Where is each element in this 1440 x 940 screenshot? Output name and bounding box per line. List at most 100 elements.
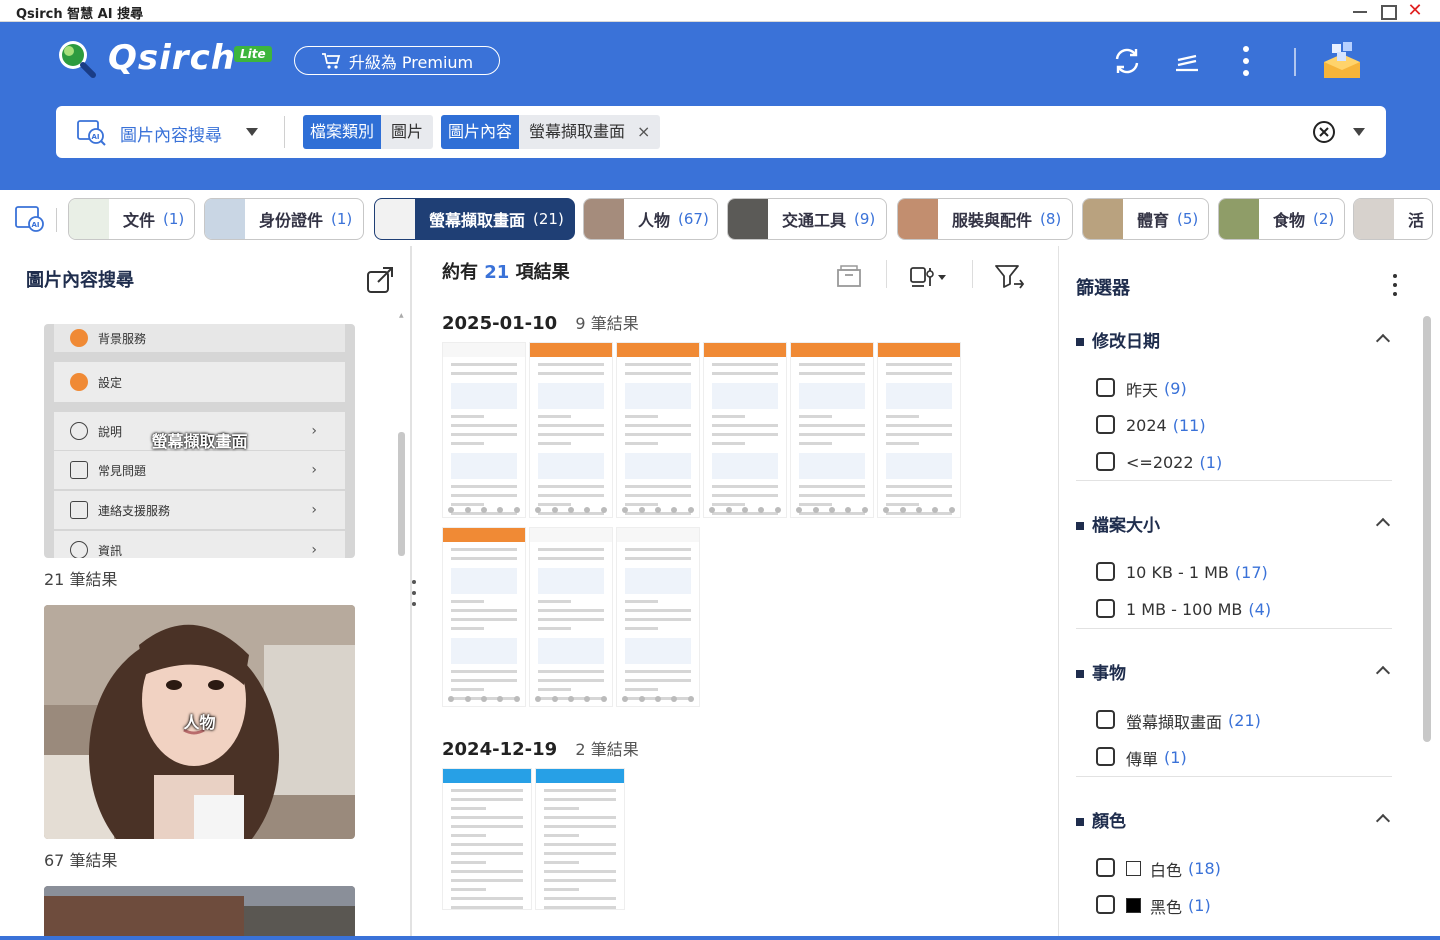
search-divider [284, 116, 285, 148]
filter-option[interactable]: 1 MB - 100 MB (4) [1076, 591, 1392, 628]
filter-chip-image-content[interactable]: 圖片內容 螢幕擷取畫面 × [441, 115, 661, 149]
filter-option-label: 1 MB - 100 MB [1126, 600, 1243, 619]
chevron-right-icon: › [311, 462, 317, 478]
category-label: 活 [1408, 211, 1425, 230]
screenshot-thumbnail[interactable] [442, 342, 526, 518]
filter-group: 事物螢幕擷取畫面 (21) 傳單 (1) [1076, 660, 1392, 776]
category-chip[interactable]: 服裝與配件 (8) [897, 198, 1073, 240]
maximize-icon[interactable] [1377, 2, 1397, 20]
clear-search-icon[interactable] [1312, 120, 1336, 144]
chevron-up-icon[interactable] [1375, 813, 1391, 829]
filter-checkbox[interactable] [1096, 747, 1115, 766]
category-chip[interactable]: 食物 (2) [1218, 198, 1345, 240]
filter-checkbox[interactable] [1096, 378, 1115, 397]
filter-checkbox[interactable] [1096, 895, 1115, 914]
cart-icon [321, 52, 341, 69]
date-group-count: 9 筆結果 [575, 314, 639, 333]
chevron-up-icon[interactable] [1375, 665, 1391, 681]
filter-option[interactable]: 10 KB - 1 MB (17) [1076, 554, 1392, 591]
chevron-up-icon[interactable] [1375, 517, 1391, 533]
filter-option-label: 傳單 [1126, 749, 1159, 769]
category-count: (2) [1313, 210, 1335, 228]
filter-menu-icon[interactable] [1393, 274, 1399, 296]
filter-checkbox[interactable] [1096, 599, 1115, 618]
filter-option-label: 黑色 [1150, 897, 1183, 917]
refresh-icon[interactable] [1110, 44, 1144, 78]
filter-option-count: (1) [1164, 748, 1187, 767]
filter-checkbox[interactable] [1096, 415, 1115, 434]
filter-option[interactable]: 傳單 (1) [1076, 739, 1392, 776]
category-chip[interactable]: 交通工具 (9) [727, 198, 887, 240]
filter-option[interactable]: 昨天 (9) [1076, 370, 1392, 407]
filter-group-header[interactable]: 修改日期 [1076, 328, 1392, 356]
category-label: 人物 [638, 211, 671, 230]
screenshot-thumbnail[interactable] [529, 342, 613, 518]
upgrade-premium-button[interactable]: 升級為 Premium [294, 46, 500, 75]
search-options-dropdown-icon[interactable] [1353, 128, 1365, 136]
screenshot-thumbnail[interactable] [442, 768, 532, 910]
filter-checkbox[interactable] [1096, 858, 1115, 877]
image-search-icon[interactable]: AI [76, 118, 106, 146]
tasks-icon[interactable] [1170, 44, 1204, 78]
screenshot-thumbnail[interactable] [535, 768, 625, 910]
filter-group-title: 顏色 [1092, 812, 1126, 832]
category-chip[interactable]: 體育 (5) [1082, 198, 1209, 240]
app-header: Qsirch Lite 升級為 Premium AI 圖片內容搜尋 檔案類別 圖… [0, 22, 1440, 190]
category-chip[interactable]: 文件 (1) [68, 198, 195, 240]
view-options-icon[interactable] [908, 260, 950, 292]
results-panel: 約有 21 項結果 2025-01-10 9 筆結果 2024-12-19 2 … [412, 246, 1058, 940]
screenshot-thumbnail[interactable] [616, 527, 700, 707]
filter-chip-file-type[interactable]: 檔案類別 圖片 [303, 115, 434, 149]
category-thumbnail [584, 199, 624, 239]
filter-group-header[interactable]: 顏色 [1076, 808, 1392, 836]
color-swatch [1126, 861, 1141, 876]
logo-text: Qsirch [108, 38, 236, 78]
filter-option[interactable]: <=2022 (1) [1076, 444, 1392, 481]
result-card[interactable] [44, 886, 355, 940]
filter-option[interactable]: 2024 (11) [1076, 407, 1392, 444]
screenshot-thumbnail[interactable] [616, 342, 700, 518]
filter-option[interactable]: 黑色 (1) [1076, 887, 1392, 924]
search-mode-label[interactable]: 圖片內容搜尋 [120, 121, 222, 146]
app-center-icon[interactable] [1320, 40, 1364, 82]
screenshot-thumbnail[interactable] [877, 342, 961, 518]
screenshot-thumbnail[interactable] [442, 527, 526, 707]
filter-scrollbar[interactable] [1423, 316, 1431, 742]
left-scrollbar[interactable] [398, 432, 405, 556]
archive-icon[interactable] [832, 260, 866, 292]
scroll-up-icon[interactable]: ▲ [399, 312, 404, 319]
category-chip[interactable]: 活 [1353, 198, 1433, 240]
date-group-date: 2024-12-19 [442, 739, 558, 760]
filter-option-label: 昨天 [1126, 380, 1159, 400]
close-icon[interactable]: ✕ [1405, 2, 1425, 20]
summary-suffix: 項結果 [515, 262, 570, 283]
filter-group-header[interactable]: 檔案大小 [1076, 512, 1392, 540]
image-search-icon[interactable]: AI [14, 204, 48, 234]
screenshot-thumbnail[interactable] [703, 342, 787, 518]
result-card-people[interactable]: 人物 [44, 605, 355, 839]
filter-option[interactable]: 螢幕擷取畫面 (21) [1076, 702, 1392, 739]
filter-toggle-icon[interactable] [992, 260, 1026, 292]
open-external-icon[interactable] [364, 264, 396, 296]
chevron-up-icon[interactable] [1375, 333, 1391, 349]
lite-badge: Lite [234, 46, 272, 62]
category-count: (67) [678, 210, 709, 228]
category-chip[interactable]: 身份證件 (1) [204, 198, 364, 240]
category-chip[interactable]: 螢幕擷取畫面 (21) [374, 198, 575, 240]
search-mode-dropdown-icon[interactable] [246, 128, 258, 136]
filter-panel: 篩選器 修改日期 昨天 (9) 2024 (11) <=2022 (1) 檔案大小 10 KB … [1059, 246, 1440, 940]
chip-remove-icon[interactable]: × [635, 115, 661, 149]
result-card-screenshot[interactable]: 背景服務 設定 說明 › 常見問題 › 連絡支援服務 › 資訊 › 螢幕擷取畫面 [44, 324, 355, 558]
filter-checkbox[interactable] [1096, 562, 1115, 581]
minimize-icon[interactable] [1350, 2, 1370, 20]
filter-checkbox[interactable] [1096, 452, 1115, 471]
filter-checkbox[interactable] [1096, 710, 1115, 729]
more-icon[interactable] [1229, 44, 1263, 78]
category-chip[interactable]: 人物 (67) [583, 198, 718, 240]
filter-option-count: (18) [1188, 859, 1221, 878]
left-panel: 圖片內容搜尋 ▲ 背景服務 設定 說明 › 常見問題 › 連絡支援服務 › 資訊… [0, 246, 410, 940]
screenshot-thumbnail[interactable] [529, 527, 613, 707]
filter-group-header[interactable]: 事物 [1076, 660, 1392, 688]
filter-option[interactable]: 白色 (18) [1076, 850, 1392, 887]
screenshot-thumbnail[interactable] [790, 342, 874, 518]
